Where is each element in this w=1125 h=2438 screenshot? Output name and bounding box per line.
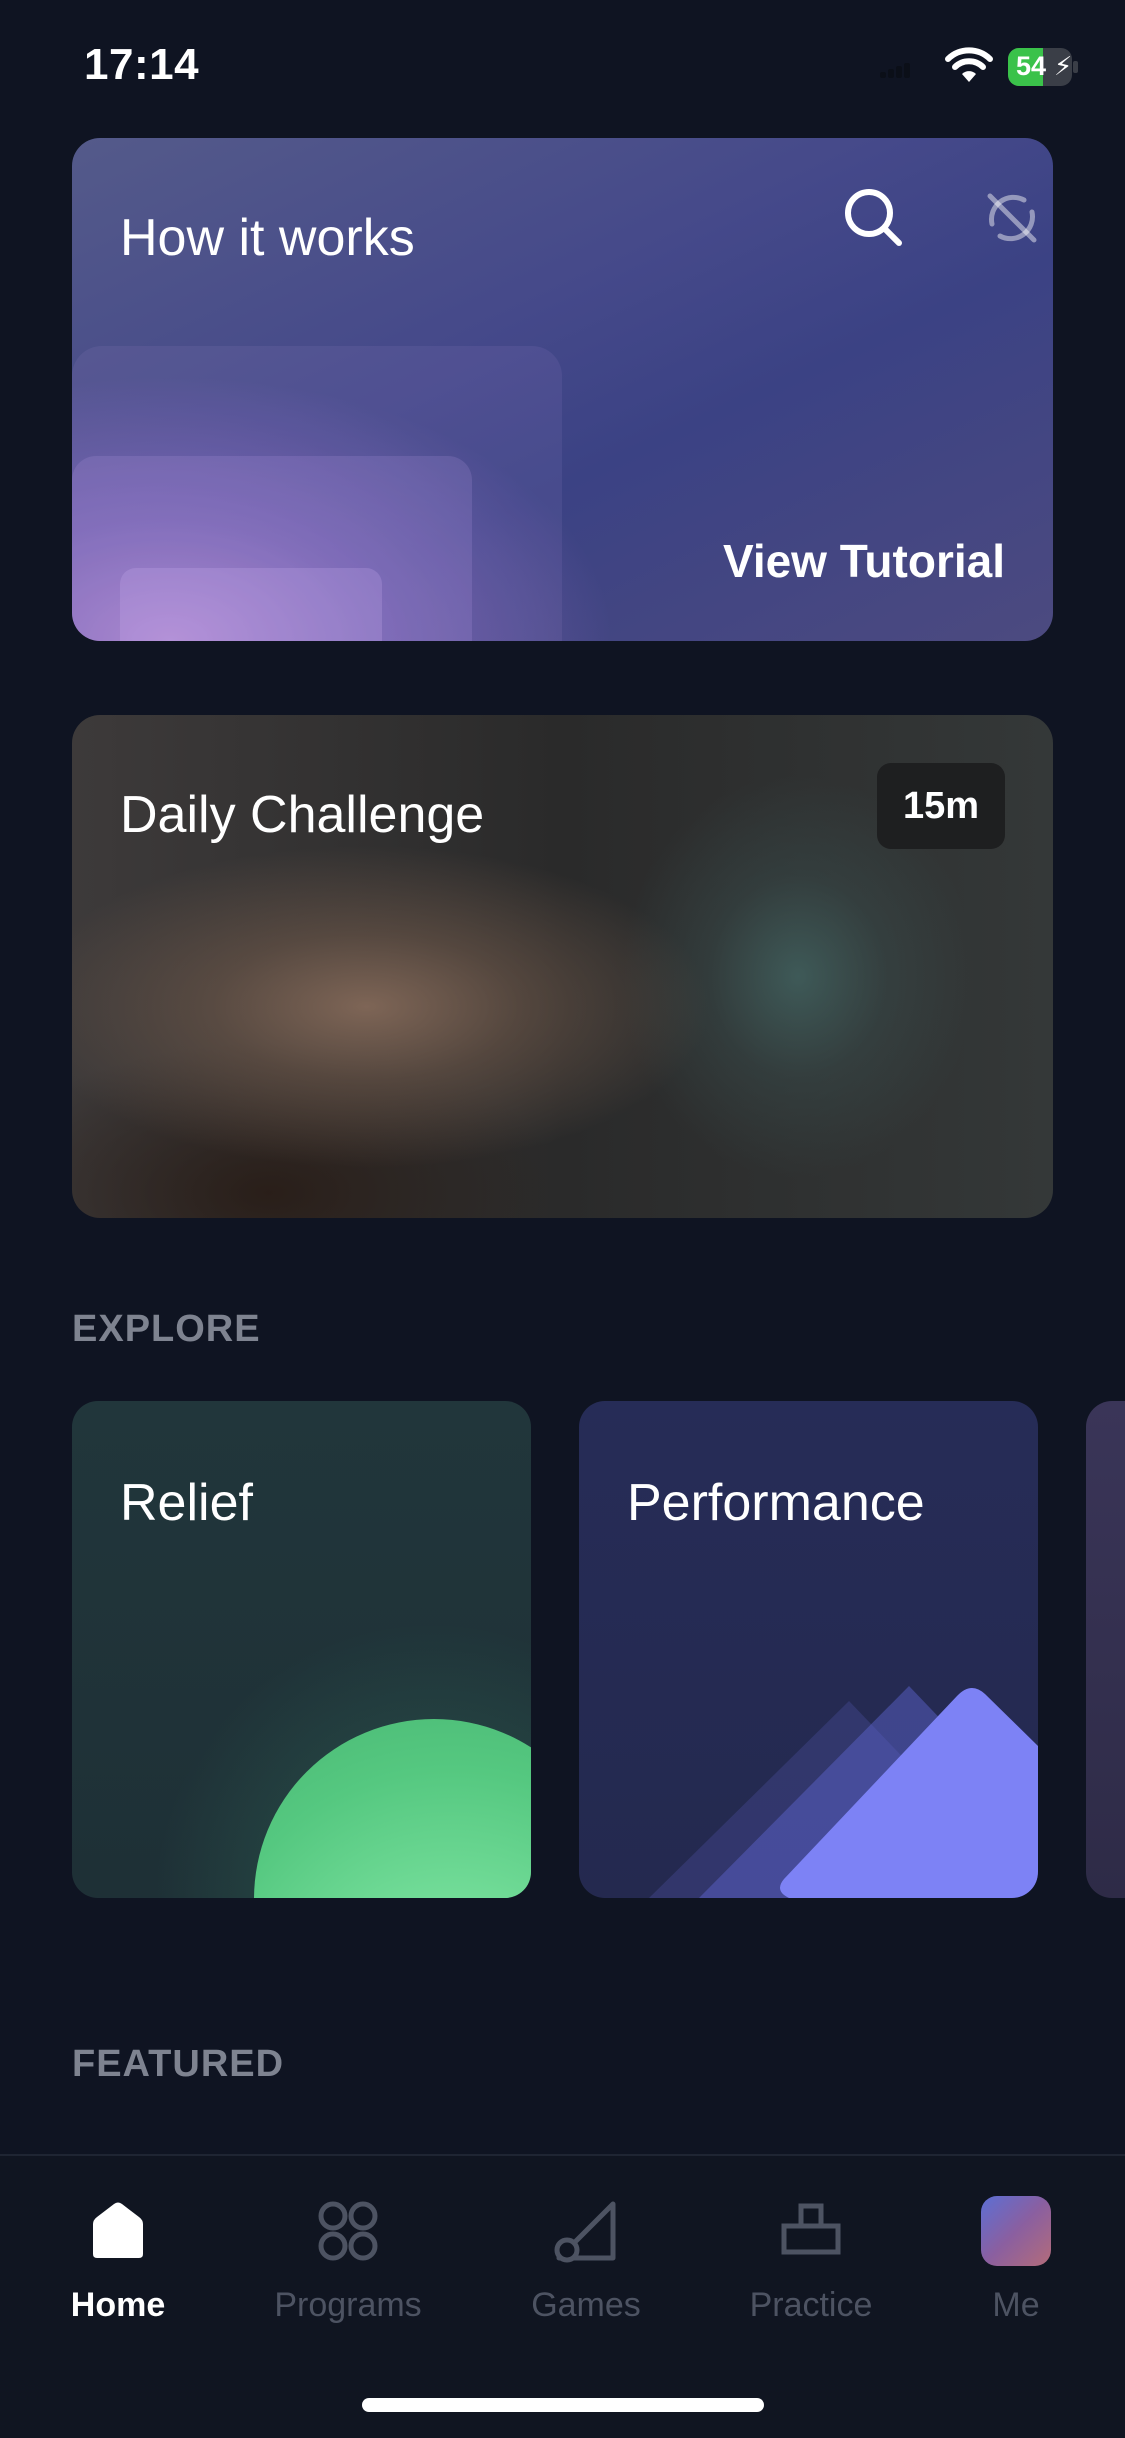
tab-programs[interactable]: Programs xyxy=(248,2196,448,2325)
games-icon xyxy=(554,2201,616,2263)
sync-off-icon[interactable] xyxy=(980,186,1044,250)
how-it-works-card[interactable]: How it works View Tutorial xyxy=(72,138,1053,641)
decorative-shape xyxy=(120,568,382,641)
daily-challenge-title: Daily Challenge xyxy=(120,786,485,844)
tab-me[interactable]: Me xyxy=(916,2196,1116,2325)
battery-icon: 54 ⚡ xyxy=(1008,48,1078,86)
tab-label: Home xyxy=(70,2286,166,2324)
explore-card-title: Relief xyxy=(120,1474,253,1532)
view-tutorial-button[interactable]: View Tutorial xyxy=(723,534,1005,588)
search-icon[interactable] xyxy=(842,186,906,250)
charging-icon: ⚡ xyxy=(1054,51,1073,81)
status-time: 17:14 xyxy=(84,40,200,89)
home-indicator[interactable] xyxy=(362,2398,764,2412)
explore-section-label: EXPLORE xyxy=(72,1308,261,1350)
tab-label: Games xyxy=(531,2286,641,2324)
daily-challenge-card[interactable]: Daily Challenge 15m xyxy=(72,715,1053,1218)
tab-home[interactable]: Home xyxy=(18,2196,218,2325)
explore-card-relief[interactable]: Relief xyxy=(72,1401,531,1898)
duration-badge: 15m xyxy=(877,763,1005,849)
battery-level: 54 xyxy=(1016,51,1047,81)
explore-card-next[interactable] xyxy=(1086,1401,1125,1898)
avatar xyxy=(981,2196,1051,2266)
tab-label: Me xyxy=(992,2286,1040,2324)
explore-card-performance[interactable]: Performance xyxy=(579,1401,1038,1898)
explore-card-title: Performance xyxy=(627,1474,925,1532)
wifi-icon xyxy=(945,47,993,82)
programs-icon xyxy=(318,2201,378,2261)
featured-section-label: FEATURED xyxy=(72,2043,285,2085)
how-it-works-title: How it works xyxy=(120,209,415,267)
signal-icon xyxy=(880,62,910,78)
tab-practice[interactable]: Practice xyxy=(711,2196,911,2325)
home-icon xyxy=(93,2202,143,2258)
tab-games[interactable]: Games xyxy=(486,2196,686,2325)
tab-label: Practice xyxy=(749,2286,873,2324)
practice-icon xyxy=(781,2203,841,2255)
tab-label: Programs xyxy=(274,2286,422,2324)
